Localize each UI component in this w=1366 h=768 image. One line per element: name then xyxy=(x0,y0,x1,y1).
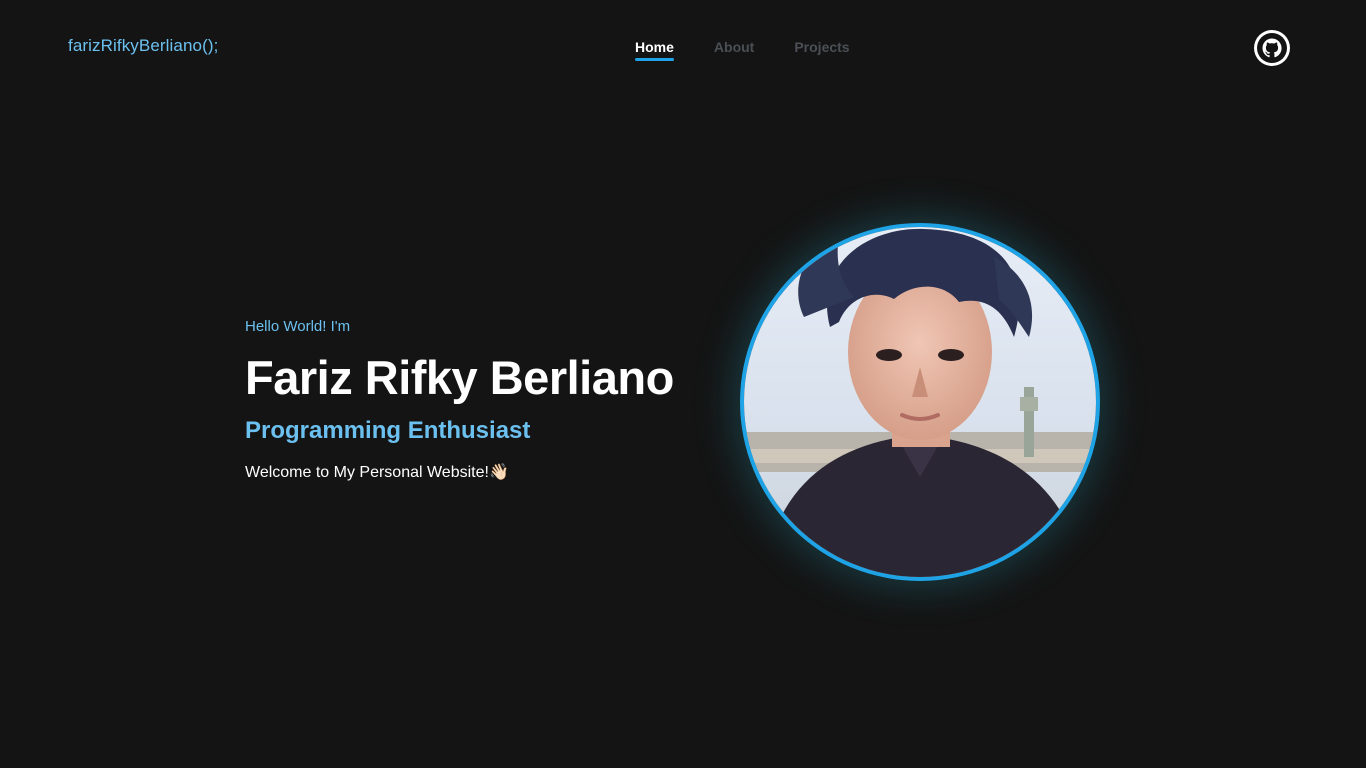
hero-name: Fariz Rifky Berliano xyxy=(245,351,674,404)
hero-greeting: Hello World! I'm xyxy=(245,318,351,335)
nav-link-projects-label: Projects xyxy=(794,39,850,55)
nav-link-home[interactable]: Home xyxy=(635,39,674,61)
nav-link-about-label: About xyxy=(713,39,755,55)
hero-welcome: Welcome to My Personal Website!👋🏻 xyxy=(245,462,725,484)
github-icon[interactable] xyxy=(1254,30,1290,66)
nav-link-home-label: Home xyxy=(635,39,674,55)
hero-role: Programming Enthusiast xyxy=(245,417,531,444)
brand-logo-text[interactable]: farizRifkyBerliano(); xyxy=(68,36,218,56)
top-navbar: farizRifkyBerliano(); Home About Project… xyxy=(0,0,1366,96)
nav-link-about[interactable]: About xyxy=(714,39,754,55)
profile-photo xyxy=(740,223,1100,581)
profile-photo-frame xyxy=(740,223,1100,581)
page: farizRifkyBerliano(); Home About Project… xyxy=(0,0,1366,768)
active-underline xyxy=(635,58,674,61)
hero-intro: Hello World! I'm Fariz Rifky Berliano Pr… xyxy=(245,316,725,484)
waving-hand-emoji: 👋🏻 xyxy=(488,464,509,481)
nav-link-projects[interactable]: Projects xyxy=(794,39,849,55)
hero-welcome-text: Welcome to My Personal Website! xyxy=(245,464,489,481)
nav-links: Home About Projects xyxy=(635,39,850,61)
